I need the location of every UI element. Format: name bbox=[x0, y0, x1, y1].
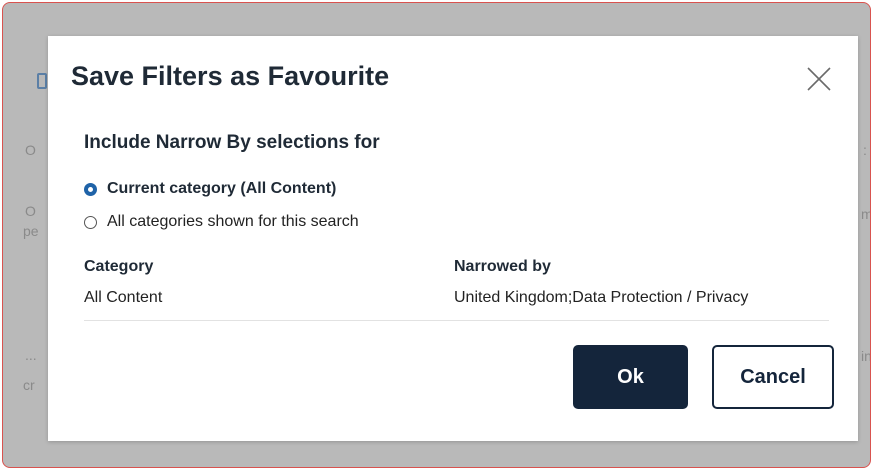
category-value: All Content bbox=[84, 289, 163, 306]
background-text: cr bbox=[23, 377, 35, 393]
category-header: Category bbox=[84, 258, 154, 275]
background-text: O bbox=[25, 142, 36, 158]
background-text: pe bbox=[23, 223, 39, 239]
narrowed-by-value: United Kingdom;Data Protection / Privacy bbox=[454, 289, 749, 306]
dialog-title: Save Filters as Favourite bbox=[71, 61, 390, 91]
cancel-button[interactable]: Cancel bbox=[712, 345, 834, 409]
background-text: m bbox=[861, 206, 870, 222]
radio-label: Current category (All Content) bbox=[107, 180, 337, 197]
radio-label: All categories shown for this search bbox=[107, 213, 359, 230]
background-text: in bbox=[861, 348, 871, 364]
close-icon[interactable] bbox=[802, 62, 836, 96]
narrowed-by-header: Narrowed by bbox=[454, 258, 551, 275]
radio-unselected-icon[interactable] bbox=[84, 215, 97, 229]
bookmark-icon bbox=[37, 73, 47, 89]
background-text: : bbox=[863, 142, 867, 158]
ok-button[interactable]: Ok bbox=[573, 345, 688, 409]
radio-all-categories[interactable]: All categories shown for this search bbox=[84, 213, 359, 231]
radio-current-category[interactable]: Current category (All Content) bbox=[84, 180, 336, 198]
divider bbox=[84, 320, 829, 321]
radio-selected-icon[interactable] bbox=[84, 182, 97, 196]
section-title: Include Narrow By selections for bbox=[84, 132, 380, 153]
save-filters-dialog: Save Filters as Favourite Include Narrow… bbox=[48, 36, 858, 441]
background-text: ... bbox=[25, 347, 37, 363]
background-text: O bbox=[25, 203, 36, 219]
